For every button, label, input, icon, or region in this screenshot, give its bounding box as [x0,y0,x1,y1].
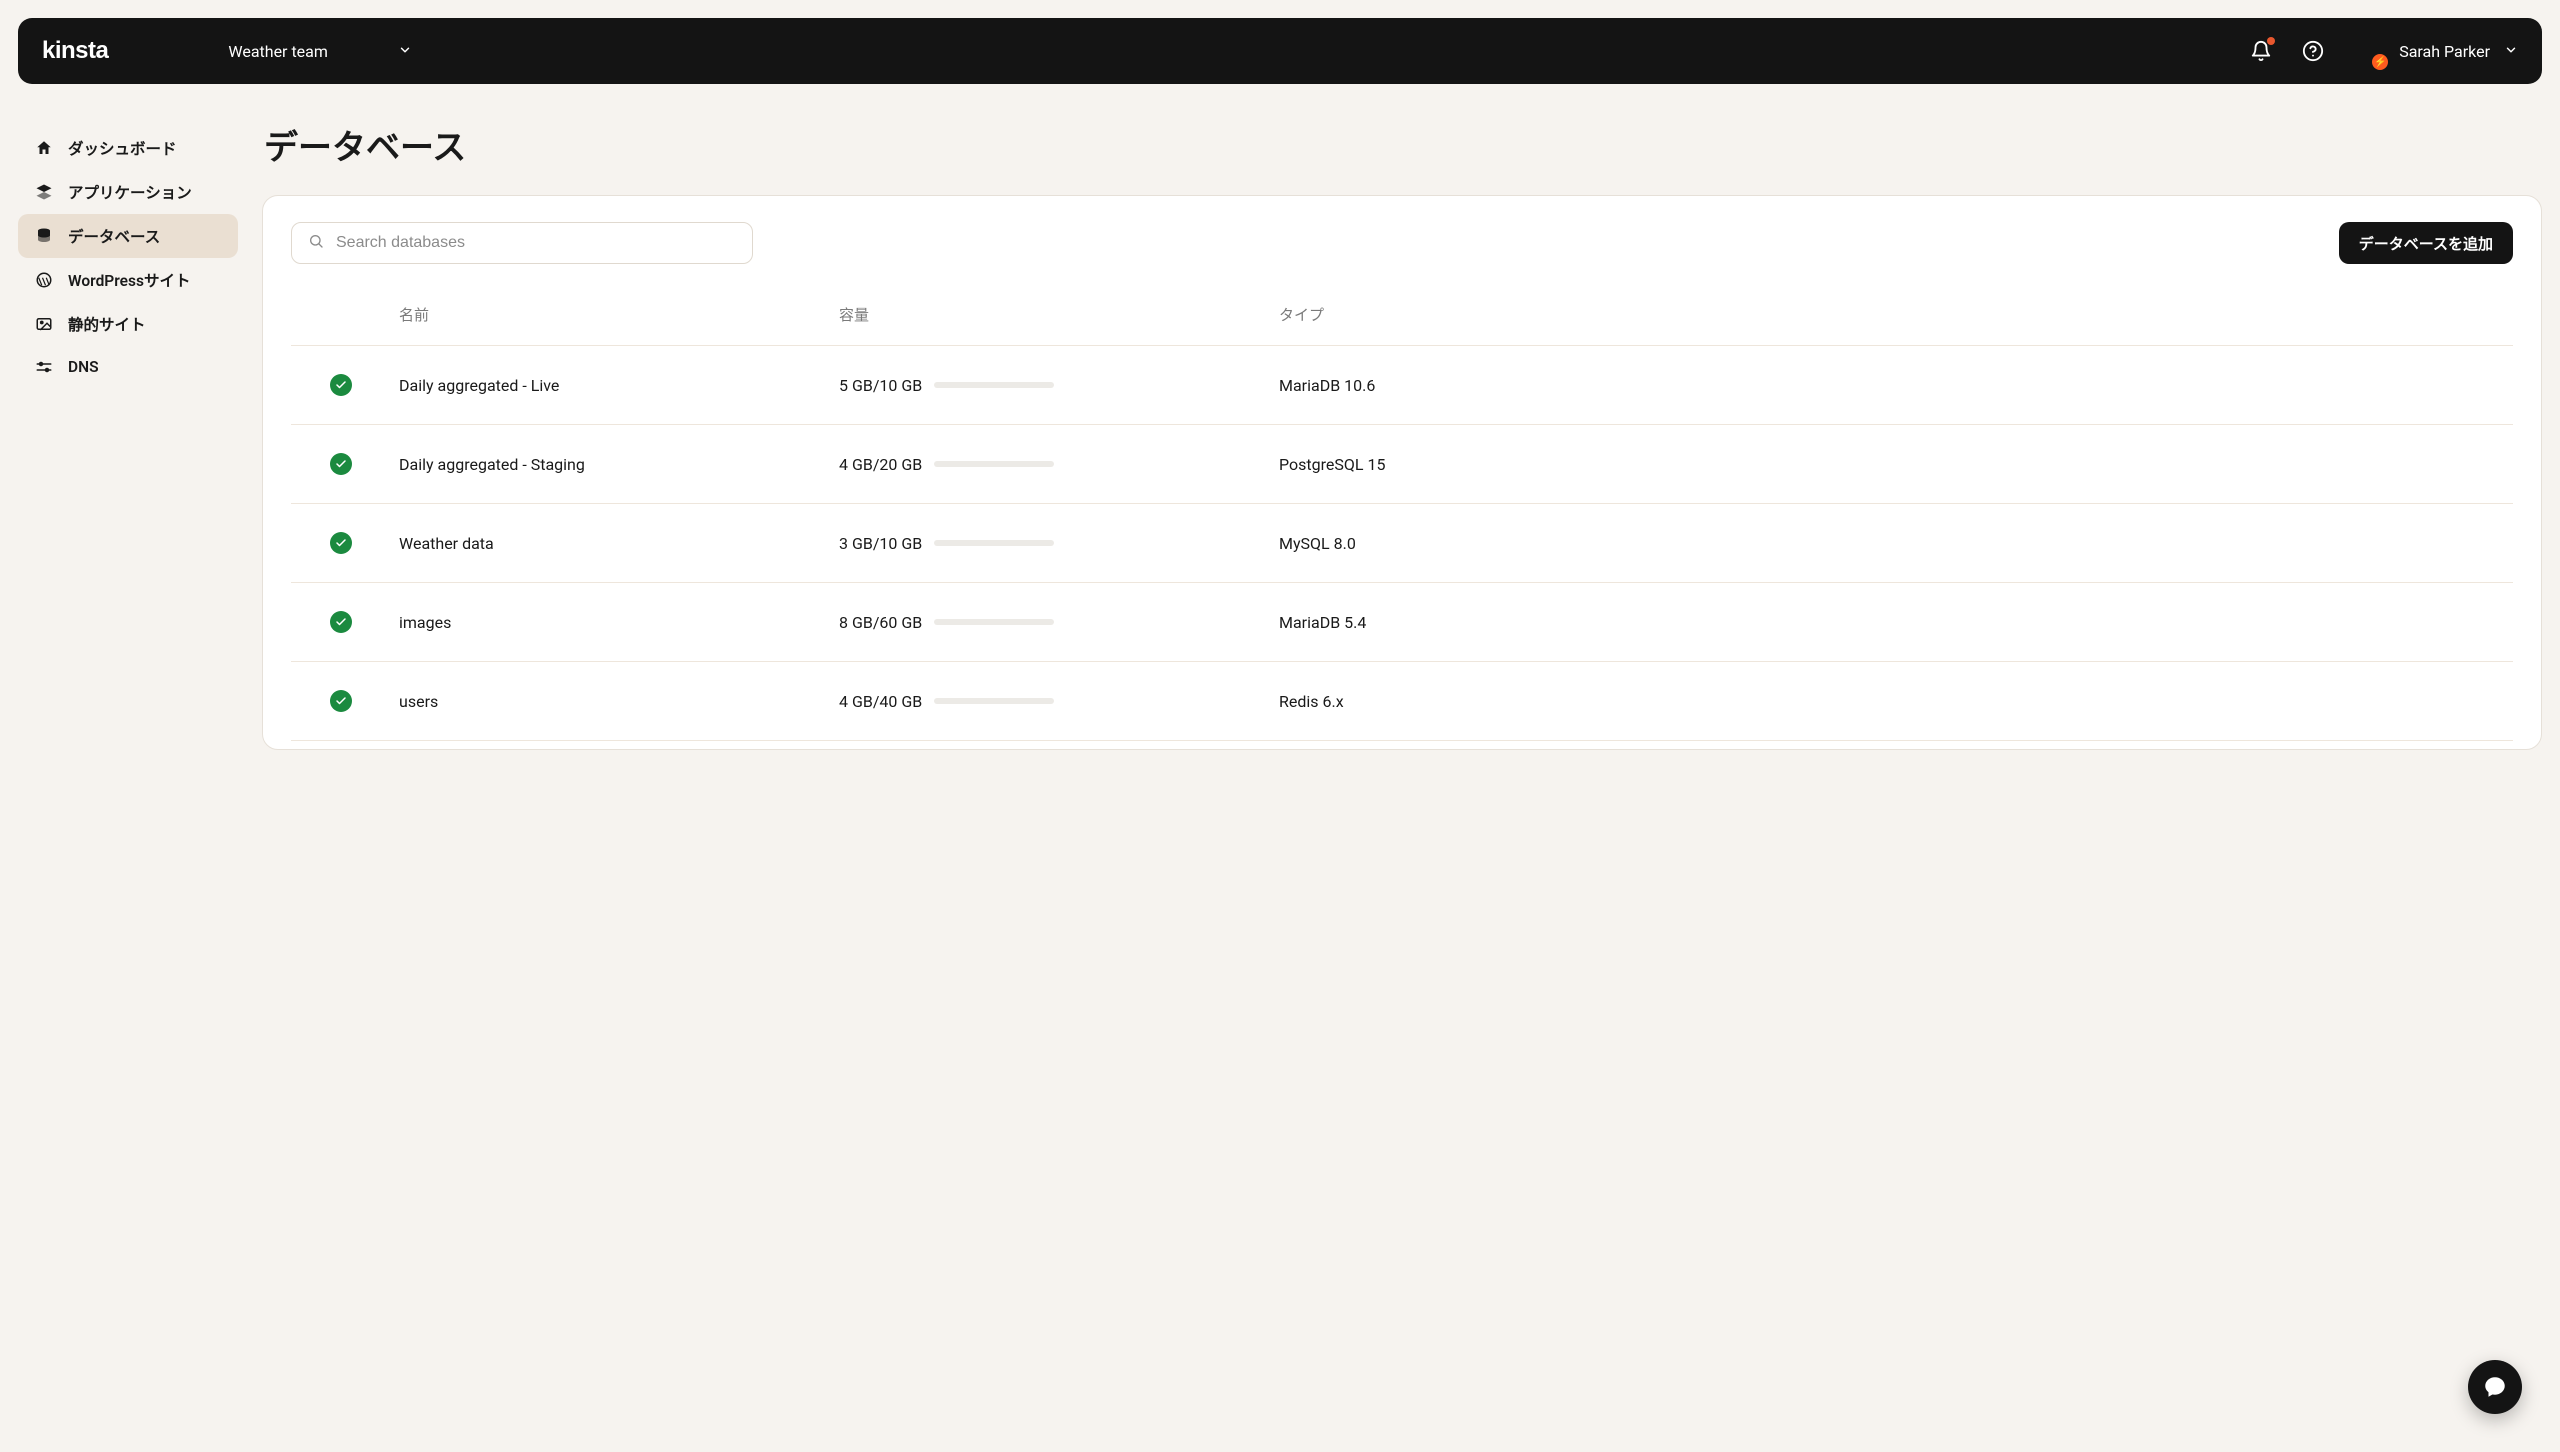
check-icon [330,374,352,396]
search-wrap [291,222,753,264]
col-size-header: 容量 [831,288,1271,346]
size-cell: 5 GB/10 GB [831,346,1271,425]
databases-table: 名前 容量 タイプ Daily aggregated - Live 5 GB/1… [291,288,2513,741]
usage-bar [934,698,1054,704]
sidebar: ダッシュボード アプリケーション データベース WordPressサイト 静的サ… [18,102,238,750]
type-cell: MariaDB 10.6 [1271,346,2513,425]
table-row[interactable]: images 8 GB/60 GB MariaDB 5.4 [291,583,2513,662]
sidebar-item-label: DNS [68,358,99,376]
type-cell: PostgreSQL 15 [1271,425,2513,504]
topbar-right: ⚡ Sarah Parker [2249,35,2518,67]
chat-fab[interactable] [2468,1360,2522,1414]
database-icon [34,226,54,246]
sidebar-item-label: WordPressサイト [68,269,190,291]
table-row[interactable]: Daily aggregated - Staging 4 GB/20 GB Po… [291,425,2513,504]
wordpress-icon [34,270,54,290]
size-label: 5 GB/10 GB [839,376,922,395]
col-status [291,288,391,346]
name-cell: Daily aggregated - Staging [391,425,831,504]
col-type-header: タイプ [1271,288,2513,346]
notification-dot-icon [2267,37,2275,45]
status-cell [291,346,391,425]
sidebar-item-applications[interactable]: アプリケーション [18,170,238,214]
size-label: 3 GB/10 GB [839,534,922,553]
name-cell: users [391,662,831,741]
check-icon [330,453,352,475]
check-icon [330,690,352,712]
table-row[interactable]: users 4 GB/40 GB Redis 6.x [291,662,2513,741]
size-cell: 3 GB/10 GB [831,504,1271,583]
team-name: Weather team [228,42,328,61]
card-head: データベースを追加 [291,222,2513,264]
size-label: 4 GB/40 GB [839,692,922,711]
type-cell: MariaDB 5.4 [1271,583,2513,662]
add-database-button[interactable]: データベースを追加 [2339,222,2513,264]
usage-bar [934,461,1054,467]
usage-bar [934,540,1054,546]
image-icon [34,314,54,334]
size-cell: 8 GB/60 GB [831,583,1271,662]
sidebar-item-label: アプリケーション [68,181,192,203]
help-button[interactable] [2301,39,2325,63]
size-label: 8 GB/60 GB [839,613,922,632]
table-row[interactable]: Daily aggregated - Live 5 GB/10 GB Maria… [291,346,2513,425]
sidebar-item-dns[interactable]: DNS [18,346,238,388]
databases-card: データベースを追加 名前 容量 タイプ Daily aggregated - L… [262,195,2542,750]
layers-icon [34,182,54,202]
page-title: データベース [264,120,2542,169]
status-cell [291,504,391,583]
sidebar-item-wordpress[interactable]: WordPressサイト [18,258,238,302]
type-cell: Redis 6.x [1271,662,2513,741]
name-cell: images [391,583,831,662]
table-row[interactable]: Weather data 3 GB/10 GB MySQL 8.0 [291,504,2513,583]
user-menu[interactable]: ⚡ Sarah Parker [2353,35,2518,67]
check-icon [330,532,352,554]
sidebar-item-label: 静的サイト [68,313,146,335]
sidebar-item-label: データベース [68,225,160,247]
name-cell: Daily aggregated - Live [391,346,831,425]
logo: kinsta [42,37,108,65]
status-cell [291,425,391,504]
size-cell: 4 GB/40 GB [831,662,1271,741]
status-cell [291,662,391,741]
avatar: ⚡ [2353,35,2385,67]
check-icon [330,611,352,633]
topbar: kinsta Weather team ⚡ Sarah Parker [18,18,2542,84]
status-cell [291,583,391,662]
search-input[interactable] [336,234,736,252]
sidebar-item-databases[interactable]: データベース [18,214,238,258]
usage-bar [934,619,1054,625]
type-cell: MySQL 8.0 [1271,504,2513,583]
col-name-header: 名前 [391,288,831,346]
usage-bar [934,382,1054,388]
home-icon [34,138,54,158]
size-label: 4 GB/20 GB [839,455,922,474]
sidebar-item-static[interactable]: 静的サイト [18,302,238,346]
notifications-button[interactable] [2249,39,2273,63]
team-switcher[interactable]: Weather team [228,42,412,61]
main: データベース データベースを追加 名前 容量 タイプ [262,102,2542,750]
search-icon [308,233,324,253]
sidebar-item-label: ダッシュボード [68,137,177,159]
chevron-down-icon [2504,42,2518,61]
bolt-icon: ⚡ [2372,54,2388,70]
user-name: Sarah Parker [2399,42,2490,61]
size-cell: 4 GB/20 GB [831,425,1271,504]
sidebar-item-dashboard[interactable]: ダッシュボード [18,126,238,170]
sliders-icon [34,357,54,377]
name-cell: Weather data [391,504,831,583]
chevron-down-icon [398,42,412,61]
